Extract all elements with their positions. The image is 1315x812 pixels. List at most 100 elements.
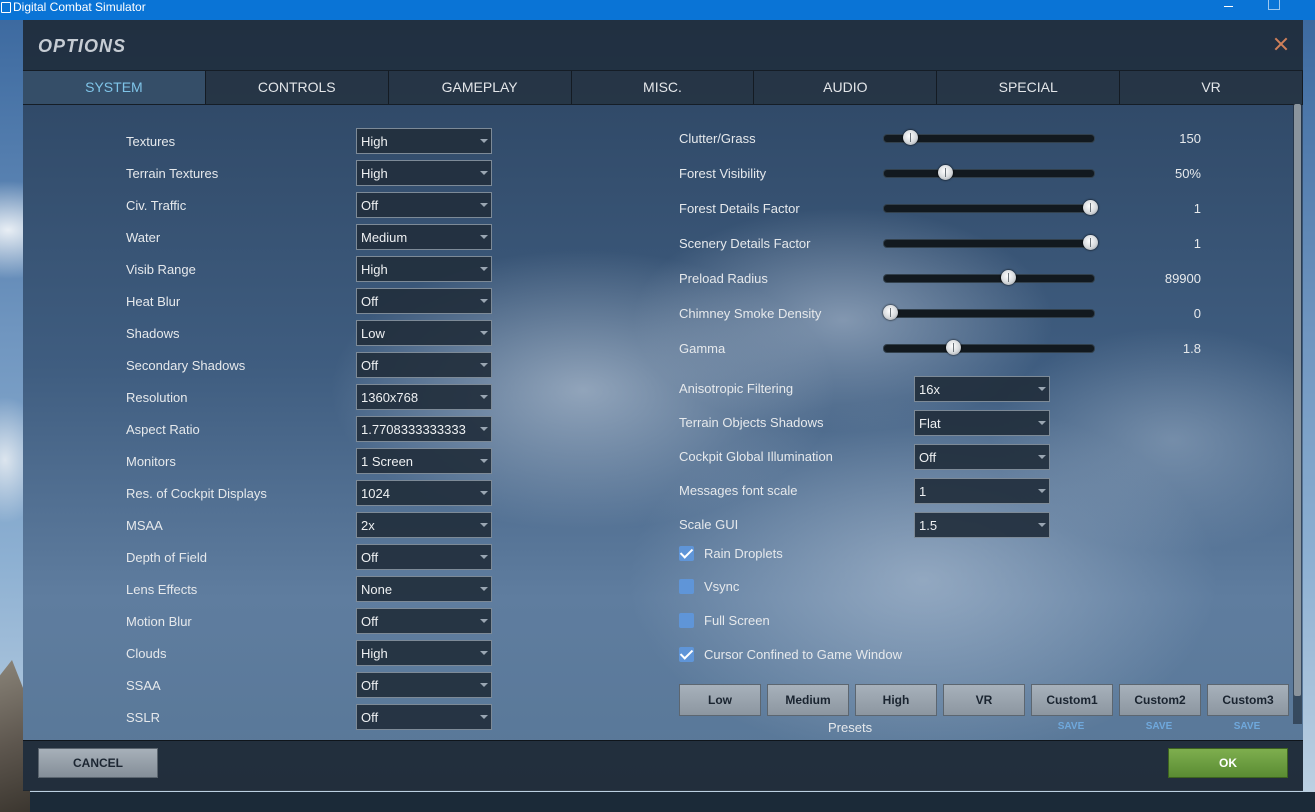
preset-custom2-button[interactable]: Custom2 xyxy=(1119,684,1201,716)
select-value: 1024 xyxy=(361,486,390,501)
chevron-down-icon xyxy=(480,651,488,655)
select-value: 1 Screen xyxy=(361,454,414,469)
chimney-smoke-density-slider[interactable] xyxy=(883,305,1095,320)
app-icon xyxy=(1,2,11,13)
select-value: Off xyxy=(361,198,379,213)
close-icon[interactable] xyxy=(1273,36,1289,52)
vertical-scrollbar[interactable] xyxy=(1293,104,1302,724)
chevron-down-icon xyxy=(480,491,488,495)
tab-gameplay[interactable]: GAMEPLAY xyxy=(389,71,572,104)
chevron-down-icon xyxy=(480,619,488,623)
preset-custom3-button[interactable]: Custom3 xyxy=(1207,684,1289,716)
setting-label: Visib Range xyxy=(126,262,196,277)
setting-row-motion-blur: Motion Blur Off xyxy=(23,608,503,634)
scale-gui-select[interactable]: 1.5 xyxy=(914,512,1050,538)
dialog-footer: CANCEL OK xyxy=(23,740,1303,791)
clouds-select[interactable]: High xyxy=(356,640,492,666)
save-custom2-link[interactable]: SAVE xyxy=(1119,721,1199,732)
setting-row-heat-blur: Heat Blur Off xyxy=(23,288,503,314)
ssaa-select[interactable]: Off xyxy=(356,672,492,698)
ok-button[interactable]: OK xyxy=(1168,748,1288,778)
slider-thumb[interactable] xyxy=(903,130,918,145)
setting-row-textures: Textures High xyxy=(23,128,503,154)
save-custom1-link[interactable]: SAVE xyxy=(1031,721,1111,732)
slider-thumb[interactable] xyxy=(1083,200,1098,215)
vsync-checkbox[interactable] xyxy=(679,579,694,594)
tab-controls[interactable]: CONTROLS xyxy=(206,71,389,104)
select-value: Off xyxy=(361,358,379,373)
preset-medium-button[interactable]: Medium xyxy=(767,684,849,716)
lens-effects-select[interactable]: None xyxy=(356,576,492,602)
select-value: Off xyxy=(361,678,379,693)
preset-vr-button[interactable]: VR xyxy=(943,684,1025,716)
civ-traffic-select[interactable]: Off xyxy=(356,192,492,218)
tab-vr[interactable]: VR xyxy=(1120,71,1303,104)
setting-row-secondary-shadows: Secondary Shadows Off xyxy=(23,352,503,378)
slider-thumb[interactable] xyxy=(938,165,953,180)
save-custom3-link[interactable]: SAVE xyxy=(1207,721,1287,732)
checkbox-row-vsync: Vsync xyxy=(679,579,999,599)
scrollbar-thumb[interactable] xyxy=(1294,104,1301,696)
slider-thumb[interactable] xyxy=(946,340,961,355)
depth-of-field-select[interactable]: Off xyxy=(356,544,492,570)
aspect-ratio-select[interactable]: 1.7708333333333 xyxy=(356,416,492,442)
options-dialog: OPTIONS SYSTEM CONTROLS GAMEPLAY MISC. AUDIO… xyxy=(23,20,1303,791)
setting-row-shadows: Shadows Low xyxy=(23,320,503,346)
tab-special[interactable]: SPECIAL xyxy=(937,71,1121,104)
slider-value-forest-visibility: 50% xyxy=(1174,166,1201,181)
msaa-select[interactable]: 2x xyxy=(356,512,492,538)
chevron-down-icon xyxy=(480,203,488,207)
setting-label: SSAA xyxy=(126,678,161,693)
setting-label: Terrain Textures xyxy=(126,166,219,181)
select-value: Off xyxy=(361,710,379,725)
preset-custom1-button[interactable]: Custom1 xyxy=(1031,684,1113,716)
secondary-shadows-select[interactable]: Off xyxy=(356,352,492,378)
presets-label: Presets xyxy=(828,720,873,735)
motion-blur-select[interactable]: Off xyxy=(356,608,492,634)
visib-range-select[interactable]: High xyxy=(356,256,492,282)
anisotropic-filtering-select[interactable]: 16x xyxy=(914,376,1050,402)
cursor-confined-to-game-window-checkbox[interactable] xyxy=(679,647,694,662)
cockpit-global-illumination-select[interactable]: Off xyxy=(914,444,1050,470)
resolution-select[interactable]: 1360x768 xyxy=(356,384,492,410)
clutter-grass-slider[interactable] xyxy=(883,130,1095,145)
minimize-icon[interactable] xyxy=(1223,0,1235,14)
shadows-select[interactable]: Low xyxy=(356,320,492,346)
water-select[interactable]: Medium xyxy=(356,224,492,250)
slider-value-preload-radius: 89900 xyxy=(1164,271,1201,286)
messages-font-scale-select[interactable]: 1 xyxy=(914,478,1050,504)
select-value: 2x xyxy=(361,518,375,533)
terrain-textures-select[interactable]: High xyxy=(356,160,492,186)
terrain-objects-shadows-select[interactable]: Flat xyxy=(914,410,1050,436)
preload-radius-slider[interactable] xyxy=(883,270,1095,285)
forest-visibility-slider[interactable] xyxy=(883,165,1095,180)
rain-droplets-checkbox[interactable] xyxy=(679,546,694,561)
setting-row-msaa: MSAA 2x xyxy=(23,512,503,538)
slider-thumb[interactable] xyxy=(1083,235,1098,250)
cancel-button[interactable]: CANCEL xyxy=(38,748,158,778)
preset-high-button[interactable]: High xyxy=(855,684,937,716)
forest-details-factor-slider[interactable] xyxy=(883,200,1098,215)
checkbox-row-cursor-confined-to-game-window: Cursor Confined to Game Window xyxy=(679,647,999,667)
full-screen-checkbox[interactable] xyxy=(679,613,694,628)
tab-audio[interactable]: AUDIO xyxy=(754,71,938,104)
monitors-select[interactable]: 1 Screen xyxy=(356,448,492,474)
setting-row-clouds: Clouds High xyxy=(23,640,503,666)
preset-low-button[interactable]: Low xyxy=(679,684,761,716)
sslr-select[interactable]: Off xyxy=(356,704,492,730)
gamma-slider[interactable] xyxy=(883,340,1095,355)
chevron-down-icon xyxy=(480,459,488,463)
textures-select[interactable]: High xyxy=(356,128,492,154)
scenery-details-factor-slider[interactable] xyxy=(883,235,1098,250)
tab-system[interactable]: SYSTEM xyxy=(23,71,206,104)
res-of-cockpit-displays-select[interactable]: 1024 xyxy=(356,480,492,506)
slider-thumb[interactable] xyxy=(883,305,898,320)
maximize-icon[interactable] xyxy=(1268,0,1280,10)
chevron-down-icon xyxy=(1038,489,1046,493)
slider-label-scenery-details-factor: Scenery Details Factor xyxy=(679,236,811,251)
tab-misc[interactable]: MISC. xyxy=(572,71,755,104)
select-value: 1.5 xyxy=(919,518,938,533)
select-value: Off xyxy=(361,614,379,629)
slider-thumb[interactable] xyxy=(1001,270,1016,285)
heat-blur-select[interactable]: Off xyxy=(356,288,492,314)
